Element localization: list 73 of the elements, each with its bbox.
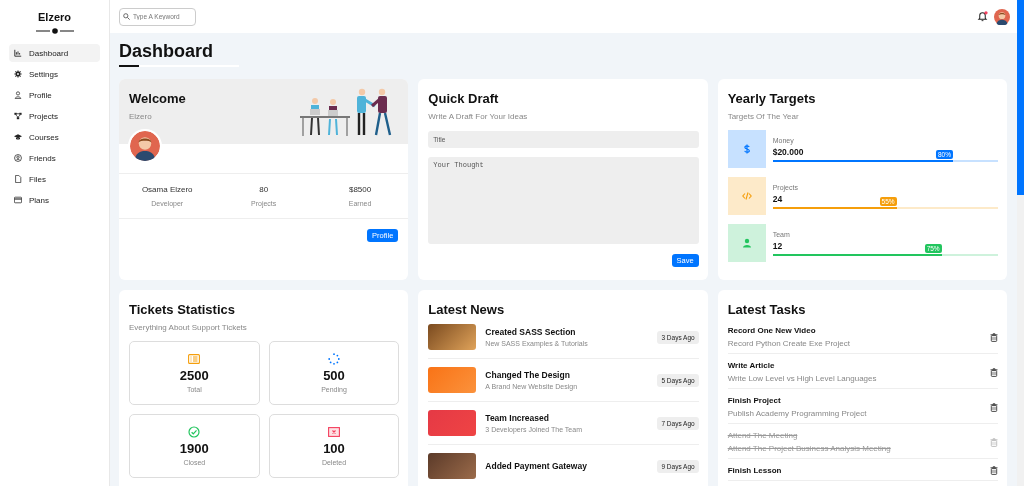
card-title: Latest Tasks [727, 302, 807, 317]
card-title: Welcome [129, 91, 187, 106]
dollar-icon [741, 144, 752, 154]
photo-placeholder [428, 367, 477, 393]
diagram-icon [14, 112, 22, 120]
target-value: 12 [772, 240, 783, 251]
sidebar-item[interactable]: Projects [9, 107, 100, 125]
trash-icon [990, 332, 998, 342]
stat-value: Osama Elzero [141, 185, 193, 194]
task-description: Record Python Create Exe Project [727, 339, 850, 348]
news-title: Created SASS Section [485, 327, 577, 337]
sidebar-item[interactable]: Courses [9, 128, 100, 146]
settings-icon [14, 70, 22, 78]
graduation-cap-icon [14, 133, 22, 141]
card-subtitle: Write A Draft For Your Ideas [428, 112, 529, 121]
task-description: Publish Academy Programming Project [727, 409, 867, 418]
ticket-count: 2500 [179, 368, 209, 383]
task-description: Attend The Project Business Analysis Meeting [727, 444, 891, 453]
file-icon [14, 175, 22, 183]
trash-icon [990, 367, 998, 377]
task-title: Finish Project [727, 396, 782, 405]
card-title: Quick Draft [428, 91, 500, 106]
photo-placeholder [428, 453, 477, 479]
search-icon [123, 13, 130, 20]
photo-placeholder [428, 410, 477, 436]
list-icon [188, 353, 201, 365]
welcome-subtitle: Elzero [129, 112, 153, 121]
card-subtitle: Everything About Support Tickets [129, 323, 248, 332]
ticket-count: 500 [323, 368, 345, 383]
stat-value: $8500 [348, 185, 372, 194]
sidebar-item[interactable]: Friends [9, 149, 100, 167]
sidebar-item[interactable]: Dashboard [9, 44, 100, 62]
check-circle-icon [188, 426, 201, 438]
photo-placeholder [428, 324, 477, 350]
news-title: Team Increased [485, 413, 550, 423]
target-value: $20.000 [772, 146, 804, 157]
spinner-icon [328, 353, 340, 365]
stat-value: 80 [259, 185, 269, 194]
task-description: Write Low Level vs High Level Languages [727, 374, 877, 383]
task-title: Attend The Meeting [727, 431, 799, 440]
page-title: Dashboard [119, 41, 214, 62]
task-title: Record One New Video [727, 326, 817, 335]
code-icon [741, 191, 752, 201]
ticket-count: 1900 [179, 441, 209, 456]
ticket-count: 100 [323, 441, 345, 456]
card-title: Tickets Statistics [129, 302, 236, 317]
avatar [994, 8, 1010, 25]
card-icon [14, 196, 22, 204]
trash-icon [990, 437, 998, 447]
notification-bell-icon [977, 11, 988, 22]
sidebar-item[interactable]: Files [9, 170, 100, 188]
sidebar-item[interactable]: Plans [9, 191, 100, 209]
brand-name: Elzero [37, 11, 72, 23]
scrollbar-thumb[interactable] [1017, 0, 1024, 195]
trash-icon [990, 402, 998, 412]
task-title: Finish Lesson [727, 466, 782, 475]
logo-underline [35, 28, 74, 34]
avatar [128, 129, 162, 163]
person-icon [741, 238, 752, 248]
sidebar-item[interactable]: Settings [9, 65, 100, 83]
close-square-icon [328, 426, 340, 438]
target-value: 24 [772, 193, 783, 204]
task-title: Write Article [727, 361, 776, 370]
news-title: Added Payment Gateway [485, 461, 588, 471]
user-circle-icon [14, 154, 22, 162]
card-title: Latest News [428, 302, 506, 317]
news-title: Changed The Design [485, 370, 571, 380]
trash-icon [990, 466, 998, 475]
chart-icon [14, 49, 22, 57]
card-subtitle: Targets Of The Year [727, 112, 800, 121]
user-icon [14, 91, 22, 99]
sidebar-item[interactable]: Profile [9, 86, 100, 104]
card-title: Yearly Targets [727, 91, 817, 106]
